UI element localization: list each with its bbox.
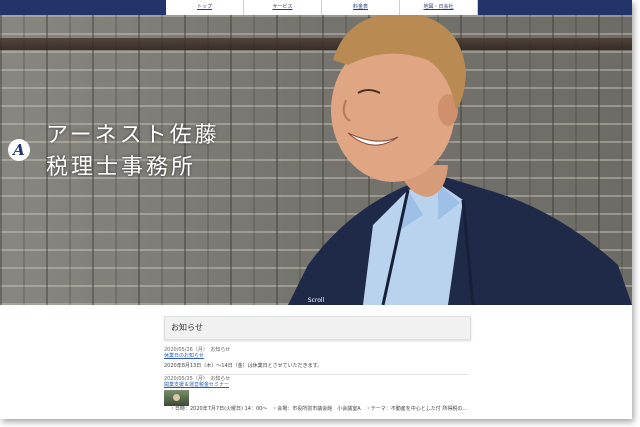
news-divider bbox=[164, 374, 469, 375]
news-heading-box: お知らせ bbox=[164, 316, 471, 340]
news-item-body-row: ・日時：2020年7月7日(火曜日) 14：00～ ・会場：市役所前市議会館 小… bbox=[170, 406, 467, 412]
page-frame: トップ サービス 料金表 地図・日会社 A アーネスト佐藤 税理士事務所 Scr… bbox=[0, 0, 632, 419]
hero-person-photo bbox=[288, 15, 632, 305]
site-title-line2: 税理士事務所 bbox=[46, 155, 197, 180]
nav-item-access[interactable]: 地図・日会社 bbox=[400, 0, 478, 15]
news-item-body: 2020年8月13日（木）～14日（金）は休業日とさせていただきます。 bbox=[164, 363, 323, 369]
nav-item-top[interactable]: トップ bbox=[166, 0, 244, 15]
hero-section: A アーネスト佐藤 税理士事務所 Scroll ⌄ bbox=[0, 15, 632, 305]
news-item-title-link[interactable]: 開業支援＆運営税金セミナー bbox=[164, 382, 230, 388]
nav-item-pricing[interactable]: 料金表 bbox=[322, 0, 400, 15]
site-title-line1: アーネスト佐藤 bbox=[46, 123, 220, 148]
top-nav-bar: トップ サービス 料金表 地図・日会社 bbox=[0, 0, 632, 15]
news-item-thumbnail[interactable] bbox=[164, 390, 189, 406]
news-item-body: ・日時：2020年7月7日(火曜日) 14：00～ ・会場：市役所前市議会館 小… bbox=[170, 406, 468, 412]
news-item: 2020/05/25（月） お知らせ 開業支援＆運営税金セミナー bbox=[164, 376, 230, 388]
logo-icon: A bbox=[8, 139, 30, 161]
news-item-title-link[interactable]: 休業日のお知らせ bbox=[164, 353, 322, 359]
news-heading: お知らせ bbox=[171, 323, 203, 332]
main-nav: トップ サービス 料金表 地図・日会社 bbox=[166, 0, 478, 15]
scroll-indicator[interactable]: Scroll ⌄ bbox=[304, 297, 328, 305]
site-title: アーネスト佐藤 税理士事務所 bbox=[46, 120, 220, 184]
nav-item-service[interactable]: サービス bbox=[244, 0, 322, 15]
news-section: お知らせ 2020/05/26（月） お知らせ 休業日のお知らせ 2020年8月… bbox=[0, 305, 632, 419]
news-item: 2020/05/26（月） お知らせ 休業日のお知らせ 2020年8月13日（木… bbox=[164, 347, 322, 369]
